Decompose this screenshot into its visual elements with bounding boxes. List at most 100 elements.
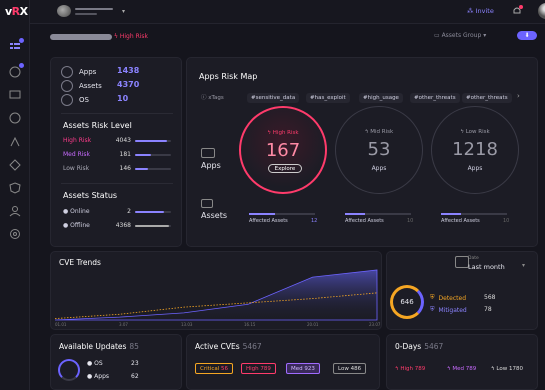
affected-label: Affected Assets: [249, 218, 288, 224]
nav-diamond-icon[interactable]: [8, 158, 22, 172]
user-avatar[interactable]: [538, 3, 545, 19]
risk-row-low[interactable]: Low Risk 146: [63, 165, 173, 173]
risk-label: Med Risk: [63, 151, 91, 158]
summary-assets-value: 4370: [117, 80, 140, 89]
affected-bar-fill: [249, 213, 276, 215]
cve-pill-critical[interactable]: Critical 56: [195, 363, 233, 374]
risk-row-high[interactable]: High Risk 4043: [63, 137, 173, 145]
affected-bar: [345, 213, 411, 215]
notification-badge: [519, 5, 523, 9]
summary-os-value: 10: [117, 94, 129, 103]
tag-chip[interactable]: #other_threats: [462, 93, 512, 103]
xtags-label: ⓘ xTags: [201, 95, 224, 101]
assets-row-icon: [201, 199, 213, 208]
chevron-right-icon[interactable]: ›: [517, 92, 520, 100]
download-button[interactable]: ⬇: [517, 31, 537, 40]
status-row-offline[interactable]: ● Offline 4368: [63, 222, 173, 230]
nav-rocket-icon[interactable]: [8, 135, 22, 149]
chevron-down-icon[interactable]: ▾: [522, 262, 525, 269]
status-label: ● Offline: [63, 222, 90, 229]
nav-shield-icon[interactable]: [8, 181, 22, 195]
risk-circle-label: ϟ Mid Risk: [364, 129, 394, 135]
updates-apps-value: 62: [131, 373, 139, 380]
mitigated-legend: ⛨ Mitigated: [430, 306, 467, 314]
available-updates-card: Available Updates 85 ● OS 23 ● Apps 62: [50, 334, 182, 390]
divider: [61, 183, 173, 184]
risk-circle-mid[interactable]: ϟ Mid Risk 53 Apps: [335, 106, 423, 194]
risk-circle-low[interactable]: ϟ Low Risk 1218 Apps: [431, 106, 519, 194]
invite-icon: ⁂: [467, 7, 476, 15]
updates-os-value: 23: [131, 360, 139, 367]
risk-filter[interactable]: ϟ High Risk: [114, 33, 148, 40]
risk-circle-high[interactable]: ϟ High Risk 167 Explore: [239, 106, 327, 194]
status-row-online[interactable]: ● Online 2: [63, 208, 173, 216]
cve-pill-low[interactable]: Low 486: [333, 363, 367, 374]
nav-target-icon[interactable]: [8, 63, 24, 79]
row-label-assets: Assets: [201, 211, 228, 220]
nav-dashboard-icon[interactable]: [8, 38, 24, 54]
affected-bar: [441, 213, 507, 215]
app-logo[interactable]: vRX: [5, 5, 28, 18]
nav-os-icon[interactable]: [8, 111, 22, 125]
tag-chip[interactable]: #has_exploit: [306, 93, 350, 103]
x-tick: 23.07: [369, 322, 381, 327]
cve-pill-high[interactable]: High 789: [241, 363, 276, 374]
active-cves-card: Active CVEs 5467 Critical 56 High 789 Med…: [186, 334, 380, 390]
org-sub-placeholder: [75, 13, 97, 15]
updates-os: ● OS: [87, 360, 103, 367]
os-icon: [61, 94, 73, 106]
risk-circle-sub: Apps: [467, 165, 483, 172]
status-bar: [135, 211, 171, 213]
risk-bar: [135, 140, 171, 142]
tag-chip[interactable]: #other_threats: [410, 93, 460, 103]
org-name-placeholder: [75, 8, 113, 10]
nav-user-icon[interactable]: [8, 204, 22, 218]
risk-circle-sub: Apps: [371, 165, 387, 172]
chevron-down-icon[interactable]: ▾: [122, 8, 125, 15]
risk-row-med[interactable]: Med Risk 181: [63, 151, 173, 159]
mitigated-value: 78: [484, 306, 492, 313]
status-title: Assets Status: [63, 191, 118, 200]
series-area: [54, 269, 378, 321]
cve-pill-med[interactable]: Med 923: [286, 363, 320, 374]
folder-icon: ▭: [434, 32, 442, 39]
summary-os: OS: [61, 94, 89, 106]
tag-chip[interactable]: #high_usage: [359, 93, 403, 103]
explore-button[interactable]: Explore: [268, 164, 302, 173]
affected-bar-fill: [441, 213, 461, 215]
sidebar: vRX: [0, 0, 30, 390]
assets-icon: [61, 80, 73, 92]
tag-chip[interactable]: #sensitive_data: [247, 93, 300, 103]
updates-donut: [58, 359, 80, 381]
risk-label: Low Risk: [63, 165, 90, 172]
status-value: 2: [127, 208, 131, 215]
risk-bar-fill: [135, 140, 168, 142]
zero-days-title: 0-Days 5467: [395, 342, 444, 351]
detected-legend: ⛨ Detected: [430, 294, 467, 302]
zero-day-high[interactable]: ϟ High 789: [395, 366, 425, 372]
invite-button[interactable]: ⁂ Invite: [467, 7, 494, 15]
risk-circle-label: ϟ High Risk: [267, 130, 299, 136]
updates-title: Available Updates 85: [59, 342, 139, 351]
affected-bar-fill: [345, 213, 365, 215]
risk-bar: [135, 168, 171, 170]
zero-day-med[interactable]: ϟ Med 789: [447, 366, 476, 372]
risk-circle-label: ϟ Low Risk: [460, 129, 490, 135]
assets-group-select[interactable]: ▭ Assets Group ▾: [434, 32, 486, 39]
risk-level-title: Assets Risk Level: [63, 121, 132, 130]
risk-bar: [135, 154, 171, 156]
zero-day-low[interactable]: ϟ Low 1780: [491, 366, 523, 372]
zero-days-card: 0-Days 5467 ϟ High 789 ϟ Med 789 ϟ Low 17…: [386, 334, 538, 390]
nav-monitor-icon[interactable]: [8, 88, 22, 102]
nav-settings-icon[interactable]: [8, 227, 22, 241]
org-avatar[interactable]: [57, 5, 71, 17]
risk-bar-fill: [135, 168, 148, 170]
summary-assets: Assets: [61, 80, 102, 92]
risk-bar-fill: [135, 154, 152, 156]
detected-value: 568: [484, 294, 496, 301]
date-select[interactable]: Last month: [468, 263, 505, 271]
shield-icon: ⛨: [430, 294, 435, 301]
apps-row-icon: [201, 148, 215, 158]
x-tick: 13.03: [181, 322, 193, 327]
cve-trends-card: CVE Trends 01.01 3.07 13.03 16.15 20.01 …: [50, 251, 382, 330]
